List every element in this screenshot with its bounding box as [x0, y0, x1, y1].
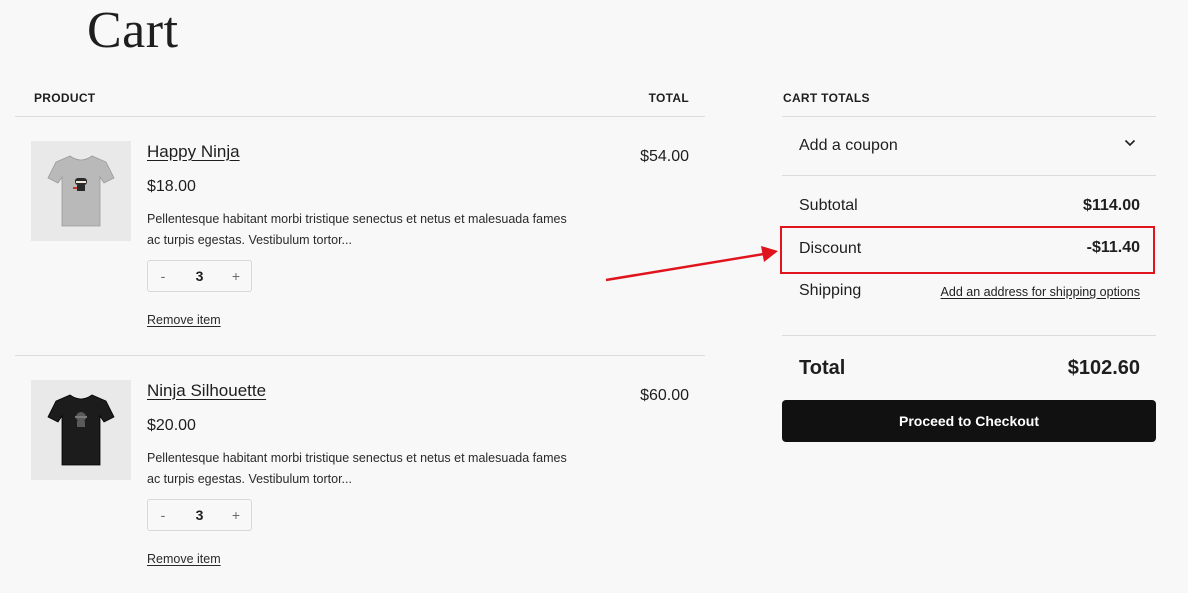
- page-title: Cart: [87, 2, 179, 59]
- total-label: Total: [799, 357, 846, 379]
- product-description: Pellentesque habitant morbi tristique se…: [147, 451, 567, 486]
- subtotal-value: $114.00: [1083, 197, 1140, 214]
- product-name-link[interactable]: Ninja Silhouette: [147, 381, 266, 401]
- tshirt-icon: [47, 155, 115, 227]
- shipping-address-link[interactable]: Add an address for shipping options: [941, 284, 1140, 300]
- cart-item-row: Happy Ninja $18.00 Pellentesque habitant…: [15, 116, 705, 354]
- remove-item-link[interactable]: Remove item: [147, 551, 221, 567]
- tshirt-shape: [47, 394, 115, 466]
- quantity-increase-button[interactable]: +: [221, 500, 251, 530]
- proceed-to-checkout-button[interactable]: Proceed to Checkout: [782, 400, 1156, 442]
- chevron-down-icon: [1124, 139, 1136, 147]
- quantity-stepper: - +: [147, 499, 252, 531]
- product-column-header: PRODUCT: [34, 91, 96, 105]
- line-total: $54.00: [640, 148, 689, 165]
- total-divider: [782, 335, 1156, 336]
- quantity-stepper: - +: [147, 260, 252, 292]
- total-value: $102.60: [1067, 357, 1140, 379]
- quantity-decrease-button[interactable]: -: [148, 261, 178, 291]
- product-price: $18.00: [147, 178, 196, 195]
- product-description: Pellentesque habitant morbi tristique se…: [147, 212, 567, 247]
- product-price: $20.00: [147, 417, 196, 434]
- add-coupon-toggle[interactable]: Add a coupon: [782, 117, 1156, 175]
- product-name-link[interactable]: Happy Ninja: [147, 142, 240, 162]
- coupon-label: Add a coupon: [799, 137, 898, 154]
- shipping-label: Shipping: [799, 282, 862, 299]
- quantity-increase-button[interactable]: +: [221, 261, 251, 291]
- coupon-divider: [782, 175, 1156, 176]
- subtotal-label: Subtotal: [799, 197, 858, 214]
- tshirt-icon: [47, 394, 115, 466]
- remove-item-link[interactable]: Remove item: [147, 312, 221, 328]
- total-column-header: TOTAL: [648, 91, 689, 105]
- quantity-decrease-button[interactable]: -: [148, 500, 178, 530]
- product-image[interactable]: [31, 380, 131, 480]
- cart-totals-header: CART TOTALS: [783, 91, 870, 105]
- cart-item-row: Ninja Silhouette $20.00 Pellentesque hab…: [15, 355, 705, 593]
- line-total: $60.00: [640, 387, 689, 404]
- quantity-input[interactable]: [178, 261, 221, 291]
- quantity-input[interactable]: [178, 500, 221, 530]
- discount-highlight-box: [780, 226, 1155, 274]
- product-image[interactable]: [31, 141, 131, 241]
